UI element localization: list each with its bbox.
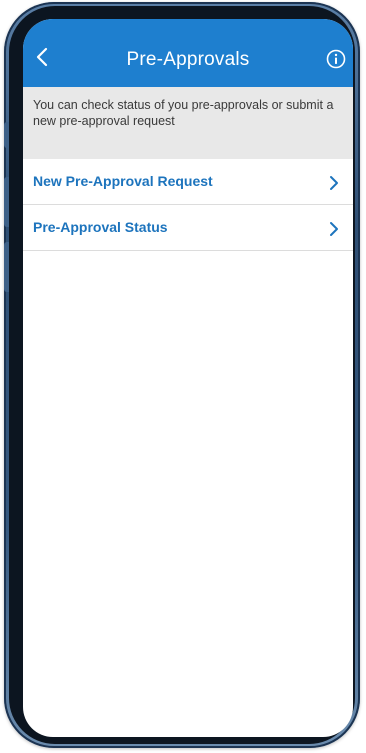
banner-text: You can check status of you pre-approval… — [33, 98, 334, 128]
info-banner: You can check status of you pre-approval… — [23, 87, 353, 159]
chevron-right-icon — [330, 222, 338, 236]
menu-item-label: New Pre-Approval Request — [33, 173, 213, 189]
menu-item-new-pre-approval-request[interactable]: New Pre-Approval Request — [23, 159, 353, 205]
menu-list: New Pre-Approval Request Pre-Approval St… — [23, 159, 353, 251]
app-screen: Pre-Approvals You can check status of yo… — [23, 19, 353, 737]
page-title: Pre-Approvals — [126, 49, 250, 70]
app-header: Pre-Approvals — [23, 19, 353, 87]
chevron-right-icon — [330, 176, 338, 190]
menu-item-pre-approval-status[interactable]: Pre-Approval Status — [23, 205, 353, 251]
menu-item-label: Pre-Approval Status — [33, 219, 168, 235]
info-circle-icon — [326, 49, 346, 69]
info-button[interactable] — [326, 49, 346, 69]
